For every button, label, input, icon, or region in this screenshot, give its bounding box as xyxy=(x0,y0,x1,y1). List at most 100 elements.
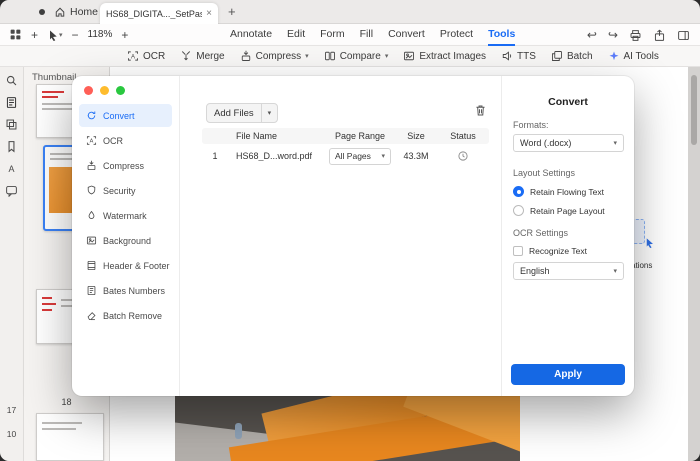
chevron-down-icon: ▾ xyxy=(381,152,385,160)
tab-close-icon[interactable]: × xyxy=(206,8,212,19)
dialog-nav-background[interactable]: Background xyxy=(79,229,172,252)
menu-form[interactable]: Form xyxy=(320,24,345,46)
document-photo xyxy=(175,396,520,461)
comment-icon[interactable] xyxy=(5,184,18,197)
dialog-nav-ocr[interactable]: A OCR xyxy=(79,129,172,152)
menu-tools[interactable]: Tools xyxy=(488,24,515,46)
tool-extract-images[interactable]: Extract Images xyxy=(403,50,486,62)
menu-protect[interactable]: Protect xyxy=(440,24,473,46)
format-select[interactable]: Word (.docx) ▾ xyxy=(513,134,624,152)
titlebar: Home HS68_DIGITA..._SetPassword × + xyxy=(0,0,700,24)
tool-tts[interactable]: TTS xyxy=(501,50,536,62)
cursor-tool-icon[interactable]: ▾ xyxy=(47,29,63,41)
col-size: Size xyxy=(394,131,438,141)
dialog-nav-header-footer[interactable]: Header & Footer xyxy=(79,254,172,277)
radio-retain-flowing-text[interactable]: Retain Flowing Text xyxy=(513,186,634,197)
col-file-name: File Name xyxy=(228,131,326,141)
dialog-nav-security[interactable]: Security xyxy=(79,179,172,202)
layout-settings-label: Layout Settings xyxy=(513,168,634,178)
zoom-in-button[interactable]: + xyxy=(121,29,128,41)
sidebar-toggle-icon[interactable] xyxy=(677,29,690,42)
pointer-cursor-icon xyxy=(644,237,655,248)
rail-number-17: 17 xyxy=(0,405,23,415)
rail-number-10: 10 xyxy=(0,429,23,439)
dialog-nav-convert[interactable]: Convert xyxy=(79,104,172,127)
font-icon[interactable]: A xyxy=(5,162,18,175)
dialog-nav-compress[interactable]: Compress xyxy=(79,154,172,177)
file-table: File Name Page Range Size Status 1 HS68_… xyxy=(202,128,489,168)
tool-compress[interactable]: Compress ▾ xyxy=(240,50,309,62)
delete-file-icon[interactable] xyxy=(474,104,487,117)
menu-edit[interactable]: Edit xyxy=(287,24,305,46)
zoom-level[interactable]: 118% xyxy=(88,29,113,40)
tool-ai-tools[interactable]: AI Tools xyxy=(608,50,659,62)
ocr-icon: A xyxy=(127,50,139,62)
left-rail: A 17 10 xyxy=(0,67,24,461)
page-thumbnail[interactable] xyxy=(36,413,104,461)
menu-annotate[interactable]: Annotate xyxy=(230,24,272,46)
radio-selected-icon xyxy=(513,186,524,197)
scrollbar-thumb[interactable] xyxy=(691,75,697,145)
tool-ocr[interactable]: A OCR xyxy=(127,50,165,62)
tool-batch[interactable]: Batch xyxy=(551,50,593,62)
table-row[interactable]: 1 HS68_D...word.pdf All Pages ▾ 43.3M xyxy=(202,144,489,168)
add-tool-icon[interactable]: + xyxy=(31,29,38,41)
apps-grid-icon[interactable] xyxy=(9,28,22,41)
thumbnail-panel-icon[interactable] xyxy=(5,96,18,109)
extract-images-icon xyxy=(403,50,415,62)
home-icon xyxy=(54,6,66,18)
menu-fill[interactable]: Fill xyxy=(360,24,373,46)
menu-convert[interactable]: Convert xyxy=(388,24,425,46)
image-icon xyxy=(86,235,97,246)
page-range-select[interactable]: All Pages ▾ xyxy=(329,148,391,165)
svg-text:A: A xyxy=(90,139,94,145)
redo-icon[interactable]: ↪ xyxy=(608,29,618,41)
dialog-nav-bates-numbers[interactable]: Bates Numbers xyxy=(79,279,172,302)
chevron-down-icon: ▾ xyxy=(613,139,617,147)
add-files-button[interactable]: Add Files ▾ xyxy=(206,103,278,123)
dialog-nav-watermark[interactable]: Watermark xyxy=(79,204,172,227)
tab-document-label: HS68_DIGITA..._SetPassword xyxy=(106,9,202,19)
apply-button[interactable]: Apply xyxy=(511,364,625,385)
settings-title: Convert xyxy=(502,96,634,108)
dialog-settings-panel: Convert Formats: Word (.docx) ▾ Layout S… xyxy=(502,76,634,396)
row-size: 43.3M xyxy=(394,151,438,161)
row-file-name: HS68_D...word.pdf xyxy=(228,151,326,161)
new-tab-button[interactable]: + xyxy=(228,4,236,19)
radio-retain-page-layout[interactable]: Retain Page Layout xyxy=(513,205,634,216)
tab-document[interactable]: HS68_DIGITA..._SetPassword × xyxy=(100,3,218,24)
checkbox-recognize-text[interactable]: Recognize Text xyxy=(513,246,634,256)
chevron-down-icon[interactable]: ▾ xyxy=(261,104,278,122)
chevron-down-icon: ▾ xyxy=(385,52,389,60)
sparkle-icon xyxy=(608,50,620,62)
svg-text:A: A xyxy=(131,54,135,60)
layers-icon[interactable] xyxy=(5,118,18,131)
scrollbar-track[interactable] xyxy=(688,67,700,461)
bookmark-icon[interactable] xyxy=(5,140,18,153)
radio-unselected-icon xyxy=(513,205,524,216)
tool-compare[interactable]: Compare ▾ xyxy=(324,50,389,62)
share-icon[interactable] xyxy=(653,29,666,42)
page-number-label: 18 xyxy=(24,397,109,407)
compress-icon xyxy=(86,160,97,171)
chevron-down-icon: ▾ xyxy=(305,52,309,60)
search-icon[interactable] xyxy=(5,74,18,87)
tools-subtoolbar: A OCR Merge Compress ▾ Compare ▾ Extract… xyxy=(0,46,700,67)
dialog-nav-batch-remove[interactable]: Batch Remove xyxy=(79,304,172,327)
bates-numbers-icon xyxy=(86,285,97,296)
zoom-out-button[interactable]: − xyxy=(72,29,79,41)
language-select[interactable]: English ▾ xyxy=(513,262,624,280)
compress-icon xyxy=(240,50,252,62)
tool-merge[interactable]: Merge xyxy=(180,50,224,62)
speaker-icon xyxy=(501,50,513,62)
compare-icon xyxy=(324,50,336,62)
batch-icon xyxy=(551,50,563,62)
tab-home[interactable]: Home xyxy=(54,0,98,24)
undo-icon[interactable]: ↩ xyxy=(587,29,597,41)
window-control-dot[interactable] xyxy=(39,9,45,15)
shield-icon xyxy=(86,185,97,196)
tab-home-label: Home xyxy=(70,6,98,18)
formats-label: Formats: xyxy=(513,120,634,130)
convert-dialog: Convert A OCR Compress Security Watermar… xyxy=(72,76,634,396)
print-icon[interactable] xyxy=(629,29,642,42)
